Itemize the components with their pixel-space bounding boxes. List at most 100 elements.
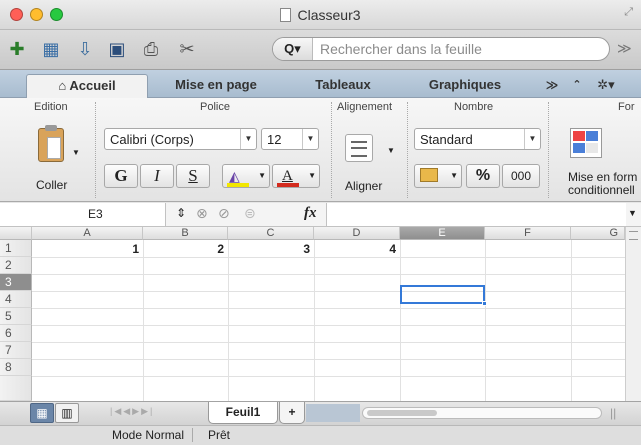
tab-mise-en-page[interactable]: Mise en page bbox=[156, 74, 276, 98]
ribbon-separator bbox=[548, 102, 549, 198]
row-header-3[interactable]: 3 bbox=[0, 274, 32, 291]
name-box-stepper-icon[interactable]: ⇕ bbox=[176, 206, 186, 220]
group-nombre-label: Nombre bbox=[454, 101, 494, 113]
paste-icon[interactable] bbox=[38, 125, 64, 162]
sheet-navigation-icon[interactable]: |◀◀▶▶| bbox=[110, 406, 154, 417]
chevron-down-icon: ▼ bbox=[524, 129, 540, 149]
collapse-ribbon-icon[interactable]: ⌃ bbox=[567, 74, 587, 98]
cancel-formula-icon[interactable]: ⊗ bbox=[196, 205, 208, 222]
row-header-1[interactable]: 1 bbox=[0, 240, 32, 257]
vertical-scrollbar[interactable] bbox=[625, 227, 641, 401]
tab-tableaux[interactable]: Tableaux bbox=[290, 74, 396, 98]
cell-a1[interactable]: 1 bbox=[33, 242, 139, 256]
italic-button[interactable]: I bbox=[140, 164, 174, 188]
spreadsheet-grid: A B C D E F G 1 2 3 4 5 6 7 8 1 2 3 4 bbox=[0, 227, 625, 401]
highlight-button[interactable]: ◭ ▼ bbox=[222, 164, 270, 188]
align-icon[interactable] bbox=[345, 134, 373, 162]
hsplit-icon[interactable]: || bbox=[610, 406, 616, 420]
page-layout-view-button[interactable]: ▥ bbox=[55, 403, 79, 423]
font-size-select[interactable]: 12 ▼ bbox=[261, 128, 319, 150]
row-header-7[interactable]: 7 bbox=[0, 342, 32, 359]
bold-button[interactable]: G bbox=[104, 164, 138, 188]
row-header-8[interactable]: 8 bbox=[0, 359, 32, 376]
align-dropdown-icon[interactable]: ▼ bbox=[387, 146, 395, 155]
toolbar-overflow-icon[interactable]: ≫ bbox=[617, 40, 632, 57]
group-edition-label: Edition bbox=[34, 101, 68, 113]
split-handle-icon[interactable] bbox=[629, 231, 638, 240]
gridline bbox=[32, 257, 625, 258]
ribbon-settings-icon[interactable]: ✲▾ bbox=[592, 74, 620, 98]
search-field[interactable]: Q▾ Rechercher dans la feuille bbox=[272, 37, 610, 61]
chevron-down-icon: ▼ bbox=[450, 171, 458, 180]
chevron-down-icon: ▼ bbox=[302, 129, 318, 149]
search-placeholder: Rechercher dans la feuille bbox=[320, 41, 482, 57]
fill-handle[interactable] bbox=[482, 301, 487, 306]
sheet-bar: ▦ ▥ |◀◀▶▶| Feuil1 + || bbox=[0, 401, 641, 425]
tab-accueil[interactable]: ⌂ Accueil bbox=[26, 74, 148, 98]
normal-view-button[interactable]: ▦ bbox=[30, 403, 54, 423]
conditional-formatting-label[interactable]: Mise en form conditionnell bbox=[568, 171, 637, 197]
column-header-a[interactable]: A bbox=[32, 227, 143, 240]
gridline bbox=[32, 274, 625, 275]
save-icon[interactable]: ▣ bbox=[104, 36, 130, 62]
chevron-down-icon: ▼ bbox=[308, 171, 316, 180]
group-alignement-label: Alignement bbox=[337, 101, 393, 113]
confirm-formula-icon[interactable]: ⊘ bbox=[218, 205, 230, 222]
horizontal-scrollbar[interactable] bbox=[362, 407, 602, 419]
font-name-select[interactable]: Calibri (Corps) ▼ bbox=[104, 128, 257, 150]
templates-icon[interactable]: ▦ bbox=[38, 36, 64, 62]
paste-dropdown-icon[interactable]: ▼ bbox=[72, 148, 80, 157]
insert-function-button[interactable]: fx bbox=[304, 205, 317, 222]
font-color-button[interactable]: A ▼ bbox=[272, 164, 320, 188]
font-size-value: 12 bbox=[267, 132, 282, 147]
paste-label[interactable]: Coller bbox=[36, 178, 67, 192]
number-format-select[interactable]: Standard ▼ bbox=[414, 128, 541, 150]
align-label[interactable]: Aligner bbox=[345, 179, 382, 193]
open-icon[interactable]: ⇩ bbox=[72, 36, 98, 62]
view-mode-label: Mode Normal bbox=[112, 428, 194, 442]
cut-icon[interactable]: ✂ bbox=[174, 36, 200, 62]
column-header-c[interactable]: C bbox=[228, 227, 314, 240]
ribbon-separator bbox=[95, 102, 96, 198]
column-header-e[interactable]: E bbox=[400, 227, 485, 240]
row-header-4[interactable]: 4 bbox=[0, 291, 32, 308]
cell-d1[interactable]: 4 bbox=[315, 242, 396, 256]
percent-button[interactable]: % bbox=[466, 164, 500, 188]
selected-cell-e3[interactable] bbox=[400, 285, 487, 306]
column-header-f[interactable]: F bbox=[485, 227, 571, 240]
print-icon[interactable]: ⎙ bbox=[138, 36, 164, 62]
row-header-2[interactable]: 2 bbox=[0, 257, 32, 274]
column-header-b[interactable]: B bbox=[143, 227, 228, 240]
name-box-value: E3 bbox=[88, 207, 103, 221]
gridline bbox=[32, 376, 625, 377]
search-icon[interactable]: Q▾ bbox=[273, 38, 313, 60]
cell-c1[interactable]: 3 bbox=[229, 242, 310, 256]
sheet-tab-feuil1[interactable]: Feuil1 bbox=[208, 402, 278, 424]
column-header-g[interactable]: G bbox=[571, 227, 625, 240]
tab-graphiques[interactable]: Graphiques bbox=[405, 74, 525, 98]
fullscreen-icon[interactable]: ⤢ bbox=[624, 6, 633, 19]
name-box[interactable]: E3 ⇕ bbox=[0, 203, 186, 226]
thousands-separator-button[interactable]: 000 bbox=[502, 164, 540, 188]
select-all-corner[interactable] bbox=[0, 227, 32, 240]
conditional-formatting-icon[interactable] bbox=[570, 128, 602, 158]
column-header-d[interactable]: D bbox=[314, 227, 400, 240]
chevron-down-icon: ▼ bbox=[240, 129, 256, 149]
scrollbar-thumb[interactable] bbox=[367, 410, 437, 416]
group-police-label: Police bbox=[200, 101, 230, 113]
standard-toolbar: ✚ ▦ ⇩ ▣ ⎙ ✂ Q▾ Rechercher dans la feuill… bbox=[0, 30, 641, 70]
equals-icon[interactable]: ⊜ bbox=[244, 205, 256, 222]
cell-b1[interactable]: 2 bbox=[144, 242, 224, 256]
tab-overflow-icon[interactable]: ≫ bbox=[540, 74, 564, 98]
sheet-tab-area bbox=[306, 404, 360, 422]
row-header-5[interactable]: 5 bbox=[0, 308, 32, 325]
underline-button[interactable]: S bbox=[176, 164, 210, 188]
new-workbook-icon[interactable]: ✚ bbox=[4, 36, 30, 62]
formula-input[interactable] bbox=[326, 203, 626, 226]
row-header-6[interactable]: 6 bbox=[0, 325, 32, 342]
ribbon: Edition Police Alignement Nombre For ▼ C… bbox=[0, 98, 641, 202]
accounting-format-button[interactable]: ▼ bbox=[414, 164, 462, 188]
gridline bbox=[32, 325, 625, 326]
expand-formula-icon[interactable]: ▼ bbox=[628, 208, 637, 218]
add-sheet-button[interactable]: + bbox=[279, 402, 305, 424]
